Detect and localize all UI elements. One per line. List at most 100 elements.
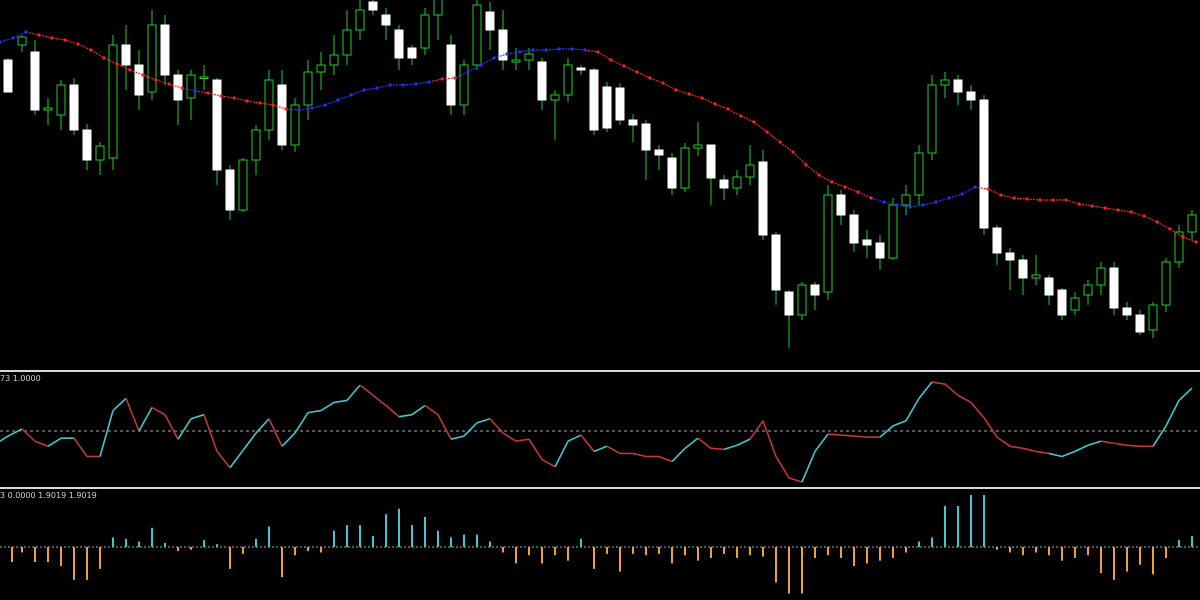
ma-segment (90, 49, 105, 59)
ma-point (804, 163, 808, 167)
ma-point (1038, 198, 1042, 202)
oscillator-segment (736, 438, 751, 447)
ma-point (375, 86, 379, 90)
ma-point (349, 93, 353, 97)
ma-point (297, 108, 301, 112)
ma-point (986, 187, 990, 191)
ma-segment (636, 71, 651, 79)
oscillator-segment (1165, 400, 1180, 427)
ma-segment (649, 77, 664, 84)
ma-point (154, 78, 158, 82)
ma-segment (922, 201, 937, 206)
ma-point (687, 92, 691, 96)
candle-body (953, 79, 963, 93)
ma-point (479, 63, 483, 67)
candle-body (576, 67, 586, 71)
ma-segment (948, 193, 963, 199)
ma-segment (857, 191, 872, 199)
candle-body (30, 51, 40, 111)
oscillator-segment (983, 417, 998, 438)
trading-chart[interactable]: 73 1.0000 3 0.0000 1.9019 1.9019 (0, 0, 1200, 600)
oscillator-segment (138, 407, 153, 432)
oscillator-segment (0, 435, 9, 442)
price-pane[interactable] (0, 0, 1200, 370)
ma-segment (662, 82, 677, 91)
ma-segment (740, 115, 755, 123)
candle-body (693, 144, 703, 149)
oscillator-segment (385, 404, 400, 418)
oscillator-segment (294, 412, 309, 434)
ma-point (193, 89, 197, 93)
candle-body (329, 54, 339, 66)
candle-body (940, 79, 950, 86)
ma-point (1090, 204, 1094, 208)
candle-body (862, 239, 872, 246)
oscillator-segment (684, 437, 699, 449)
ma-point (830, 180, 834, 184)
oscillator-segment (710, 447, 725, 451)
candle-body (381, 14, 391, 26)
candle-body (251, 129, 261, 161)
ma-segment (376, 84, 391, 89)
candle-body (316, 64, 326, 73)
oscillator-segment (346, 384, 361, 401)
oscillator-segment (840, 434, 855, 437)
candle-body (420, 14, 430, 49)
ma-segment (818, 174, 833, 183)
candle-body (914, 152, 924, 196)
candle-body (277, 84, 287, 146)
candle-body (537, 61, 547, 101)
oscillator-segment (1009, 445, 1024, 450)
ma-point (206, 91, 210, 95)
oscillator-segment (697, 437, 712, 449)
candle-body (1109, 267, 1119, 309)
oscillator-segment (1178, 387, 1193, 401)
ma-point (934, 200, 938, 204)
candle-body (784, 291, 794, 316)
ma-segment (779, 141, 794, 153)
candle-body (186, 74, 196, 99)
oscillator-segment (775, 456, 790, 479)
ma-segment (1078, 203, 1093, 207)
candle-body (706, 144, 716, 179)
candle-body (615, 87, 625, 121)
ma-point (50, 36, 54, 40)
oscillator-segment (593, 445, 608, 453)
oscillator-segment (1048, 452, 1063, 458)
ma-point (1155, 220, 1159, 224)
ma-point (518, 50, 522, 54)
ma-segment (51, 37, 66, 41)
candle-body (407, 47, 417, 59)
candle-body (3, 59, 13, 93)
ma-point (63, 38, 67, 42)
ma-point (817, 173, 821, 177)
oscillator-pane[interactable] (0, 372, 1200, 487)
candle-body (1044, 277, 1054, 296)
oscillator-segment (632, 452, 647, 458)
ma-segment (1117, 209, 1132, 213)
ma-segment (38, 34, 53, 39)
oscillator-segment (463, 422, 478, 437)
histogram-label: 3 0.0000 1.9019 1.9019 (0, 491, 97, 500)
oscillator-segment (541, 458, 556, 468)
ma-point (440, 77, 444, 81)
candle-body (238, 159, 248, 211)
ma-point (752, 120, 756, 124)
oscillator-segment (281, 432, 296, 447)
ma-point (1025, 197, 1029, 201)
ma-segment (935, 197, 950, 203)
ma-point (1142, 214, 1146, 218)
ma-point (908, 205, 912, 209)
ma-point (973, 185, 977, 189)
ma-point (1168, 227, 1172, 231)
oscillator-segment (177, 418, 192, 440)
oscillator-segment (788, 477, 803, 483)
ma-segment (77, 43, 92, 51)
ma-point (258, 101, 262, 105)
ma-point (843, 185, 847, 189)
candle-body (134, 64, 144, 96)
histogram-pane[interactable] (0, 489, 1200, 600)
ma-point (895, 203, 899, 207)
ma-segment (1156, 221, 1171, 230)
ma-segment (155, 79, 170, 85)
